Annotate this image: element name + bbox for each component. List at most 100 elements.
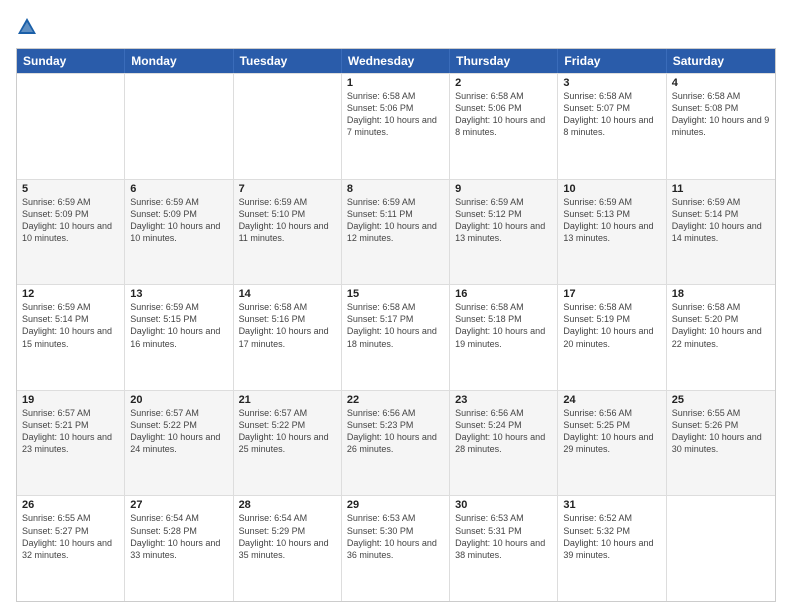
calendar-cell: 6Sunrise: 6:59 AM Sunset: 5:09 PM Daylig… <box>125 180 233 285</box>
calendar-header-cell: Tuesday <box>234 49 342 73</box>
day-info: Sunrise: 6:54 AM Sunset: 5:28 PM Dayligh… <box>130 512 227 561</box>
day-number: 7 <box>239 183 336 195</box>
logo-icon <box>16 16 38 38</box>
page: SundayMondayTuesdayWednesdayThursdayFrid… <box>0 0 792 612</box>
day-info: Sunrise: 6:58 AM Sunset: 5:08 PM Dayligh… <box>672 90 770 139</box>
day-number: 21 <box>239 394 336 406</box>
calendar-header-row: SundayMondayTuesdayWednesdayThursdayFrid… <box>17 49 775 73</box>
day-number: 4 <box>672 77 770 89</box>
calendar-cell: 23Sunrise: 6:56 AM Sunset: 5:24 PM Dayli… <box>450 391 558 496</box>
calendar-cell: 2Sunrise: 6:58 AM Sunset: 5:06 PM Daylig… <box>450 74 558 179</box>
calendar-cell: 24Sunrise: 6:56 AM Sunset: 5:25 PM Dayli… <box>558 391 666 496</box>
day-info: Sunrise: 6:56 AM Sunset: 5:23 PM Dayligh… <box>347 407 444 456</box>
calendar-cell: 30Sunrise: 6:53 AM Sunset: 5:31 PM Dayli… <box>450 496 558 601</box>
day-info: Sunrise: 6:53 AM Sunset: 5:31 PM Dayligh… <box>455 512 552 561</box>
day-info: Sunrise: 6:53 AM Sunset: 5:30 PM Dayligh… <box>347 512 444 561</box>
day-info: Sunrise: 6:59 AM Sunset: 5:09 PM Dayligh… <box>130 196 227 245</box>
day-number: 12 <box>22 288 119 300</box>
day-info: Sunrise: 6:55 AM Sunset: 5:26 PM Dayligh… <box>672 407 770 456</box>
calendar-cell <box>234 74 342 179</box>
calendar-row: 5Sunrise: 6:59 AM Sunset: 5:09 PM Daylig… <box>17 179 775 285</box>
calendar: SundayMondayTuesdayWednesdayThursdayFrid… <box>16 48 776 602</box>
day-number: 5 <box>22 183 119 195</box>
day-number: 22 <box>347 394 444 406</box>
calendar-body: 1 Sunrise: 6:58 AM Sunset: 5:06 PM Daylig… <box>17 73 775 601</box>
calendar-cell: 5Sunrise: 6:59 AM Sunset: 5:09 PM Daylig… <box>17 180 125 285</box>
calendar-cell: 19Sunrise: 6:57 AM Sunset: 5:21 PM Dayli… <box>17 391 125 496</box>
calendar-cell: 8Sunrise: 6:59 AM Sunset: 5:11 PM Daylig… <box>342 180 450 285</box>
day-info: Sunrise: 6:58 AM Sunset: 5:17 PM Dayligh… <box>347 301 444 350</box>
calendar-cell: 14Sunrise: 6:58 AM Sunset: 5:16 PM Dayli… <box>234 285 342 390</box>
calendar-cell: 13Sunrise: 6:59 AM Sunset: 5:15 PM Dayli… <box>125 285 233 390</box>
calendar-cell: 4Sunrise: 6:58 AM Sunset: 5:08 PM Daylig… <box>667 74 775 179</box>
day-number: 28 <box>239 499 336 511</box>
logo <box>16 16 42 38</box>
calendar-cell <box>17 74 125 179</box>
day-info: Sunrise: 6:59 AM Sunset: 5:12 PM Dayligh… <box>455 196 552 245</box>
day-info: Sunrise: 6:58 AM Sunset: 5:20 PM Dayligh… <box>672 301 770 350</box>
day-number: 1 <box>347 77 444 89</box>
calendar-cell: 26Sunrise: 6:55 AM Sunset: 5:27 PM Dayli… <box>17 496 125 601</box>
day-info: Sunrise: 6:59 AM Sunset: 5:09 PM Dayligh… <box>22 196 119 245</box>
day-info: Sunrise: 6:58 AM Sunset: 5:18 PM Dayligh… <box>455 301 552 350</box>
day-info: Sunrise: 6:58 AM Sunset: 5:06 PM Dayligh… <box>455 90 552 139</box>
day-info: Sunrise: 6:55 AM Sunset: 5:27 PM Dayligh… <box>22 512 119 561</box>
calendar-row: 26Sunrise: 6:55 AM Sunset: 5:27 PM Dayli… <box>17 495 775 601</box>
calendar-cell: 25Sunrise: 6:55 AM Sunset: 5:26 PM Dayli… <box>667 391 775 496</box>
calendar-cell: 21Sunrise: 6:57 AM Sunset: 5:22 PM Dayli… <box>234 391 342 496</box>
calendar-cell: 7Sunrise: 6:59 AM Sunset: 5:10 PM Daylig… <box>234 180 342 285</box>
day-number: 24 <box>563 394 660 406</box>
calendar-cell: 1Sunrise: 6:58 AM Sunset: 5:06 PM Daylig… <box>342 74 450 179</box>
day-info: Sunrise: 6:59 AM Sunset: 5:14 PM Dayligh… <box>22 301 119 350</box>
day-info: Sunrise: 6:59 AM Sunset: 5:14 PM Dayligh… <box>672 196 770 245</box>
calendar-cell: 15Sunrise: 6:58 AM Sunset: 5:17 PM Dayli… <box>342 285 450 390</box>
day-number: 8 <box>347 183 444 195</box>
calendar-header-cell: Monday <box>125 49 233 73</box>
calendar-cell: 29Sunrise: 6:53 AM Sunset: 5:30 PM Dayli… <box>342 496 450 601</box>
day-number: 6 <box>130 183 227 195</box>
calendar-cell: 3Sunrise: 6:58 AM Sunset: 5:07 PM Daylig… <box>558 74 666 179</box>
day-number: 23 <box>455 394 552 406</box>
day-number: 29 <box>347 499 444 511</box>
calendar-cell: 28Sunrise: 6:54 AM Sunset: 5:29 PM Dayli… <box>234 496 342 601</box>
calendar-cell: 16Sunrise: 6:58 AM Sunset: 5:18 PM Dayli… <box>450 285 558 390</box>
day-info: Sunrise: 6:52 AM Sunset: 5:32 PM Dayligh… <box>563 512 660 561</box>
day-number: 16 <box>455 288 552 300</box>
day-number: 30 <box>455 499 552 511</box>
calendar-header-cell: Friday <box>558 49 666 73</box>
day-number: 31 <box>563 499 660 511</box>
day-info: Sunrise: 6:59 AM Sunset: 5:11 PM Dayligh… <box>347 196 444 245</box>
calendar-row: 19Sunrise: 6:57 AM Sunset: 5:21 PM Dayli… <box>17 390 775 496</box>
day-info: Sunrise: 6:59 AM Sunset: 5:13 PM Dayligh… <box>563 196 660 245</box>
day-info: Sunrise: 6:59 AM Sunset: 5:15 PM Dayligh… <box>130 301 227 350</box>
day-info: Sunrise: 6:57 AM Sunset: 5:21 PM Dayligh… <box>22 407 119 456</box>
calendar-cell: 31Sunrise: 6:52 AM Sunset: 5:32 PM Dayli… <box>558 496 666 601</box>
calendar-cell <box>125 74 233 179</box>
day-number: 11 <box>672 183 770 195</box>
day-number: 26 <box>22 499 119 511</box>
day-number: 18 <box>672 288 770 300</box>
calendar-cell: 22Sunrise: 6:56 AM Sunset: 5:23 PM Dayli… <box>342 391 450 496</box>
day-number: 20 <box>130 394 227 406</box>
day-info: Sunrise: 6:57 AM Sunset: 5:22 PM Dayligh… <box>130 407 227 456</box>
calendar-row: 1 Sunrise: 6:58 AM Sunset: 5:06 PM Daylig… <box>17 73 775 179</box>
day-number: 10 <box>563 183 660 195</box>
day-info: Sunrise: 6:58 AM Sunset: 5:16 PM Dayligh… <box>239 301 336 350</box>
calendar-header-cell: Saturday <box>667 49 775 73</box>
day-number: 13 <box>130 288 227 300</box>
day-number: 15 <box>347 288 444 300</box>
day-number: 27 <box>130 499 227 511</box>
day-info: Sunrise: 6:54 AM Sunset: 5:29 PM Dayligh… <box>239 512 336 561</box>
day-number: 9 <box>455 183 552 195</box>
calendar-cell: 18Sunrise: 6:58 AM Sunset: 5:20 PM Dayli… <box>667 285 775 390</box>
calendar-header-cell: Sunday <box>17 49 125 73</box>
calendar-cell <box>667 496 775 601</box>
calendar-cell: 11Sunrise: 6:59 AM Sunset: 5:14 PM Dayli… <box>667 180 775 285</box>
day-number: 2 <box>455 77 552 89</box>
day-number: 19 <box>22 394 119 406</box>
day-info: Sunrise: 6:56 AM Sunset: 5:24 PM Dayligh… <box>455 407 552 456</box>
day-info: Sunrise: 6:58 AM Sunset: 5:19 PM Dayligh… <box>563 301 660 350</box>
calendar-row: 12Sunrise: 6:59 AM Sunset: 5:14 PM Dayli… <box>17 284 775 390</box>
day-number: 17 <box>563 288 660 300</box>
calendar-cell: 17Sunrise: 6:58 AM Sunset: 5:19 PM Dayli… <box>558 285 666 390</box>
